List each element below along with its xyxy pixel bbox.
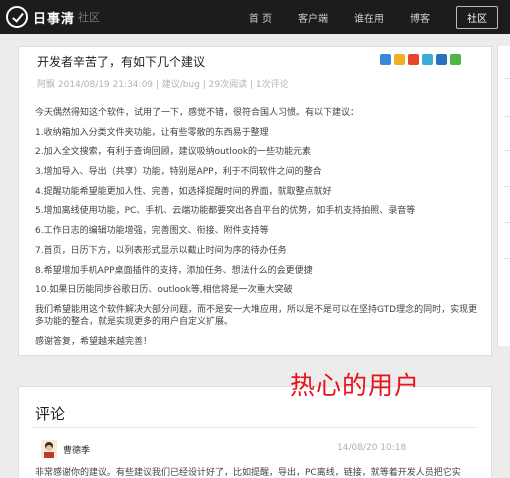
article-paragraph: 我们希望能用这个软件解决大部分问题，而不是安一大堆应用，所以是不是可以在坚持GT… [35, 304, 478, 327]
comment-text: 非常感谢你的建议。有些建议我们已经设计好了，比如提醒，导出，PC离线，链接，就等… [35, 468, 461, 478]
article-paragraph: 2.加入全文搜索，有利于查询回顾，建议吸纳outlook的一些功能元素 [35, 147, 312, 158]
article-paragraph: 4.提醒功能希望能更加人性、完善，如选择提醒时间的界面，就取整点就好 [35, 186, 332, 197]
nav-client[interactable]: 客户端 [298, 10, 328, 25]
nav-who-uses[interactable]: 谁在用 [354, 10, 384, 25]
top-nav-bar: 日事清 社区 首 页 客户端 谁在用 博客 社区 [0, 0, 510, 34]
comments-heading: 评论 [35, 405, 66, 423]
side-divider [504, 186, 510, 187]
article-card: 开发者辛苦了，有如下几个建议 阿飘 2014/08/19 21:34:09 | … [18, 46, 492, 356]
article-title: 开发者辛苦了，有如下几个建议 [37, 55, 206, 69]
article-meta: 阿飘 2014/08/19 21:34:09 | 建议/bug | 29次阅读 … [37, 80, 289, 90]
nav-blog[interactable]: 博客 [410, 10, 430, 25]
article-paragraph: 10.如果日历能同步谷歌日历、outlook等,相信将是一次重大突破 [35, 285, 293, 296]
logo[interactable]: 日事清 社区 [6, 6, 100, 28]
side-divider [504, 78, 510, 79]
side-divider [504, 222, 510, 223]
logo-text: 日事清 [33, 11, 76, 27]
add-share-icon[interactable] [380, 54, 391, 65]
avatar[interactable] [41, 440, 57, 458]
article-paragraph: 感谢答复，希望越来越完善！ [35, 336, 153, 347]
article-paragraph: 6.工作日志的编辑功能增强，完善图文、衔接、附件支持等 [35, 226, 269, 237]
logo-check-icon [6, 6, 28, 28]
nav-home[interactable]: 首 页 [249, 10, 272, 25]
comments-divider [33, 427, 477, 428]
qzone-icon[interactable] [394, 54, 405, 65]
article-paragraph: 8.希望增加手机APP桌面插件的支持，添加任务、想法什么的会更便捷 [35, 265, 313, 276]
wechat-icon[interactable] [450, 54, 461, 65]
nav-community-button[interactable]: 社区 [456, 5, 498, 29]
logo-subtitle: 社区 [78, 11, 101, 24]
article-paragraph: 5.增加离线使用功能，PC、手机、云端功能都要突出各自平台的优势，如手机支持拍照… [35, 206, 416, 217]
comments-card: 评论 曹德季 14/08/20 10:18 非常感谢你的建议。有些建议我们已经设… [18, 386, 492, 478]
article-paragraph: 今天偶然得知这个软件，试用了一下，感觉不错，很符合国人习惯。有以下建议： [35, 108, 360, 118]
comment-author[interactable]: 曹德季 [63, 443, 90, 456]
weibo-icon[interactable] [408, 54, 419, 65]
article-body: 今天偶然得知这个软件，试用了一下，感觉不错，很符合国人习惯。有以下建议： 1.收… [35, 107, 479, 355]
article-paragraph: 3.增加导入、导出（共享）功能，特别是APP，利于不同软件之间的整合 [35, 167, 322, 178]
article-paragraph: 1.收纳箱加入分类文件夹功能，让有些零散的东西易于整理 [35, 127, 269, 138]
tencent-weibo-icon[interactable] [422, 54, 433, 65]
side-divider [504, 258, 510, 259]
renren-icon[interactable] [436, 54, 447, 65]
main-nav: 首 页 客户端 谁在用 博客 社区 [249, 0, 510, 34]
annotation-label: 热心的用户 [290, 371, 421, 400]
side-divider [504, 116, 510, 117]
side-divider [504, 150, 510, 151]
comment-time: 14/08/20 10:18 [337, 443, 407, 453]
right-side-panel [497, 46, 510, 346]
share-bar [377, 54, 461, 65]
article-paragraph: 7.首页，日历下方，以列表形式显示以截止时间为序的待办任务 [35, 245, 287, 256]
